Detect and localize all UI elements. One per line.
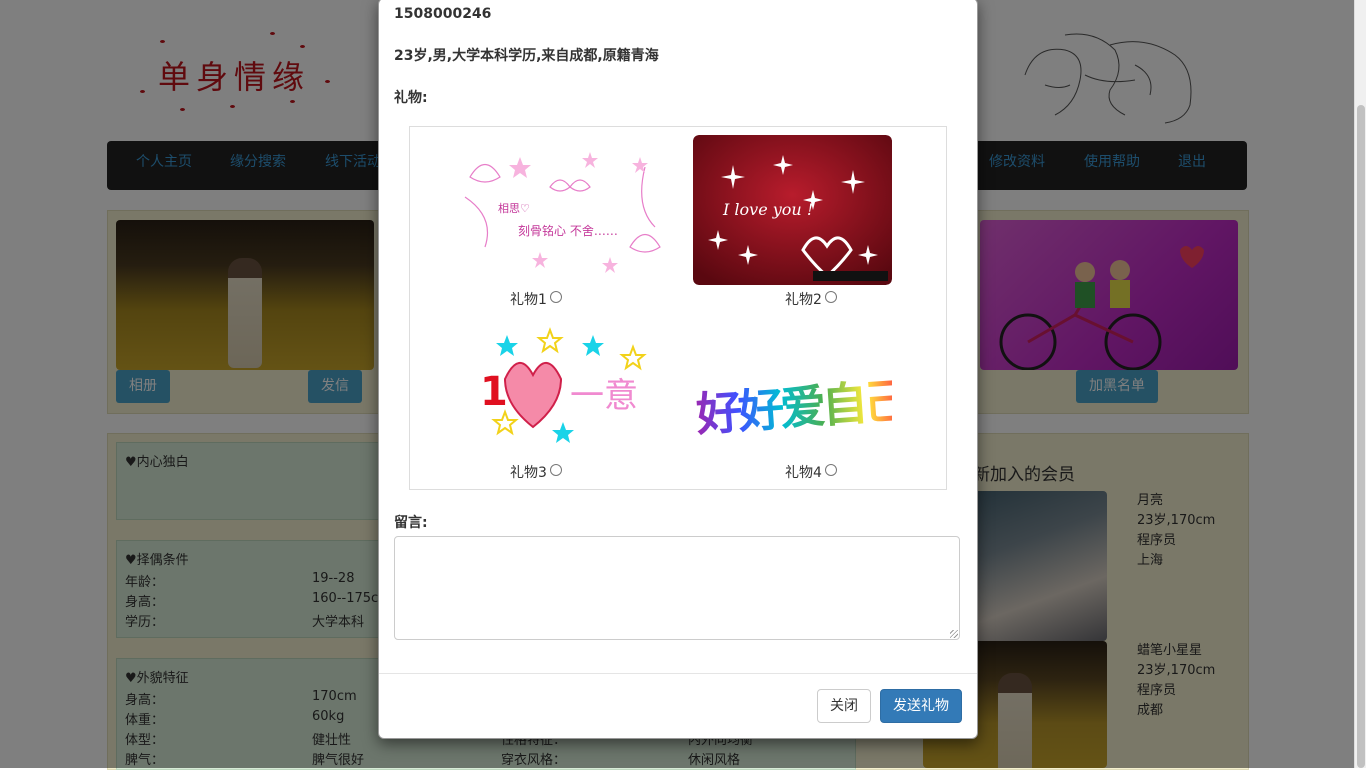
gift1-image[interactable]: 相思♡ 刻骨铭心 不舍…… [460, 137, 670, 277]
gift3-label: 礼物3 [510, 465, 547, 481]
message-textarea[interactable] [394, 536, 960, 640]
page-scrollbar[interactable] [1354, 0, 1366, 768]
send-gift-modal: 1508000246 23岁,男,大学本科学历,来自成都,原籍青海 礼物: 相思… [378, 0, 978, 739]
svg-text:1: 1 [480, 369, 508, 415]
message-label: 留言: [394, 515, 428, 531]
user-description: 23岁,男,大学本科学历,来自成都,原籍青海 [394, 48, 659, 64]
close-button[interactable]: 关闭 [817, 689, 871, 723]
svg-text:好好爱自己: 好好爱自己 [693, 373, 892, 442]
gift4-label: 礼物4 [785, 465, 822, 481]
svg-text:一意: 一意 [570, 376, 638, 416]
gift2-image[interactable]: I love you ! [693, 135, 892, 285]
modal-footer-divider [379, 673, 977, 674]
svg-text:I love you !: I love you ! [722, 200, 813, 219]
gift-options: 相思♡ 刻骨铭心 不舍…… 礼物1 I love you ! 礼物2 1 一意 … [409, 126, 947, 490]
gift1-label: 礼物1 [510, 292, 547, 308]
gift3-radio[interactable] [549, 464, 562, 476]
gift1-radio[interactable] [549, 291, 562, 303]
gift3-image[interactable]: 1 一意 [475, 327, 660, 452]
gift3-option[interactable]: 礼物3 [510, 462, 562, 482]
svg-text:刻骨铭心 不舍……: 刻骨铭心 不舍…… [518, 223, 618, 238]
gift2-radio[interactable] [824, 291, 837, 303]
gift4-radio[interactable] [824, 464, 837, 476]
gift1-option[interactable]: 礼物1 [510, 289, 562, 309]
scrollbar-thumb[interactable] [1357, 105, 1365, 768]
send-gift-button[interactable]: 发送礼物 [880, 689, 962, 723]
gift-label: 礼物: [394, 90, 428, 106]
textarea-resize-handle[interactable] [950, 630, 958, 638]
gift2-label: 礼物2 [785, 292, 822, 308]
gift4-option[interactable]: 礼物4 [785, 462, 837, 482]
svg-text:相思♡: 相思♡ [498, 202, 530, 215]
gift2-option[interactable]: 礼物2 [785, 289, 837, 309]
gift4-image[interactable]: 好好爱自己 [693, 312, 892, 457]
user-id: 1508000246 [394, 6, 492, 22]
